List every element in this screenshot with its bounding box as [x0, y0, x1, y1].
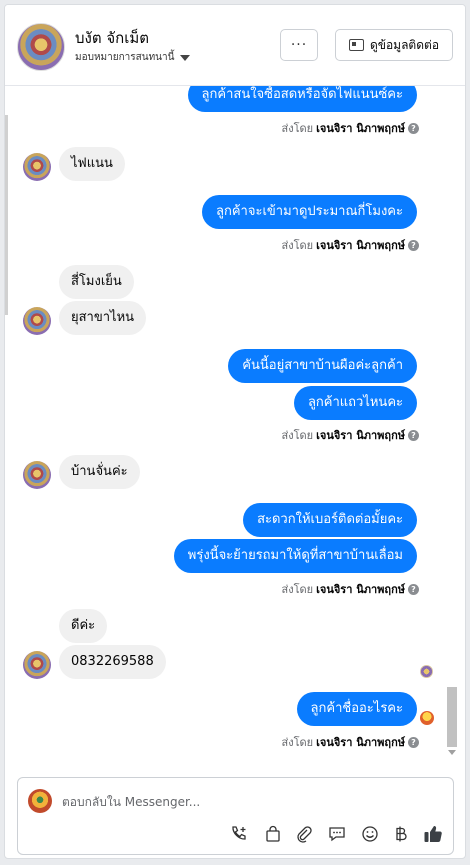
- call-add-icon[interactable]: [229, 824, 249, 844]
- view-contact-info-button[interactable]: ดูข้อมูลติดต่อ: [335, 29, 453, 61]
- info-icon[interactable]: ?: [408, 239, 419, 251]
- page-avatar: [28, 789, 52, 813]
- sent-by-label: ส่งโดย เจนจิรา นิภาพฤกษ์?: [282, 733, 419, 751]
- chat-bubble-icon[interactable]: [327, 824, 347, 844]
- outgoing-message[interactable]: สะดวกให้เบอร์ติดต่อมั้ยคะ: [243, 503, 417, 537]
- emoji-icon[interactable]: [360, 824, 380, 844]
- incoming-message[interactable]: ดีค่ะ: [59, 609, 108, 643]
- info-icon[interactable]: ?: [408, 583, 419, 595]
- outgoing-message[interactable]: คันนี้อยู่สาขาบ้านผือค่ะลูกค้า: [228, 349, 417, 383]
- incoming-message[interactable]: สี่โมงเย็น: [59, 265, 134, 299]
- shopping-bag-icon[interactable]: [263, 824, 283, 844]
- outgoing-message[interactable]: ลูกค้าจะเข้ามาดูประมาณกี่โมงคะ: [202, 195, 417, 229]
- scroll-down-arrow-icon[interactable]: [448, 750, 456, 755]
- view-contact-info-label: ดูข้อมูลติดต่อ: [369, 37, 440, 52]
- contact-card-icon: [348, 39, 364, 51]
- baht-icon[interactable]: [391, 824, 411, 844]
- scrollbar-thumb[interactable]: [447, 687, 457, 747]
- outgoing-message[interactable]: ลูกค้าแถวไหนคะ: [293, 386, 417, 420]
- sent-by-label: ส่งโดย เจนจิรา นิภาพฤกษ์?: [282, 426, 419, 444]
- contact-name[interactable]: บงัต จักเม็ต: [75, 26, 149, 50]
- sent-by-label: ส่งโดย เจนจิรา นิภาพฤกษ์?: [282, 119, 419, 137]
- caret-down-icon: [180, 54, 191, 61]
- outgoing-message[interactable]: ลูกค้าชื่ออะไรคะ: [296, 692, 417, 726]
- incoming-message[interactable]: ไฟแนน: [59, 147, 125, 181]
- outgoing-message[interactable]: ลูกค้าสนใจซื้อสดหรือจัดไฟแนนซ์คะ: [187, 86, 417, 112]
- message-composer: [17, 777, 454, 855]
- seen-indicator-avatar: [420, 711, 434, 725]
- contact-avatar-small[interactable]: [23, 153, 51, 181]
- info-icon[interactable]: ?: [408, 736, 419, 748]
- messenger-panel: บงัต จักเม็ต มอบหมายการสนทนานี้ ··· ดูข้…: [4, 4, 466, 859]
- contact-avatar-small[interactable]: [23, 651, 51, 679]
- incoming-message[interactable]: ยุสาขาไหน: [59, 301, 147, 335]
- incoming-message[interactable]: 0832269588: [59, 645, 166, 679]
- thumbs-up-icon[interactable]: [423, 824, 443, 844]
- contact-avatar[interactable]: [17, 23, 65, 71]
- assign-label: มอบหมายการสนทนานี้: [75, 52, 175, 63]
- outgoing-message[interactable]: พรุ่งนี้จะย้ายรถมาให้ดูที่สาขาบ้านเลื่อม: [173, 539, 417, 573]
- contact-avatar-small[interactable]: [23, 461, 51, 489]
- conversation-header: บงัต จักเม็ต มอบหมายการสนทนานี้ ··· ดูข้…: [5, 5, 465, 86]
- attachment-icon[interactable]: [294, 824, 314, 844]
- reply-input[interactable]: [62, 792, 422, 812]
- info-icon[interactable]: ?: [408, 122, 419, 134]
- incoming-message[interactable]: บ้านจั่นค่ะ: [59, 455, 140, 489]
- message-thread[interactable]: ลูกค้าสนใจซื้อสดหรือจัดไฟแนนซ์คะ ส่งโดยเ…: [5, 86, 445, 768]
- sent-by-label: ส่งโดย เจนจิรา นิภาพฤกษ์?: [282, 580, 419, 598]
- more-options-button[interactable]: ···: [280, 29, 318, 61]
- info-icon[interactable]: ?: [408, 429, 419, 441]
- sent-by-label: ส่งโดย เจนจิรา นิภาพฤกษ์?: [282, 236, 419, 254]
- contact-avatar-small[interactable]: [23, 307, 51, 335]
- seen-indicator-avatar: [420, 665, 433, 678]
- scrollbar-track[interactable]: [446, 86, 458, 768]
- assign-conversation-dropdown[interactable]: มอบหมายการสนทนานี้: [75, 50, 191, 65]
